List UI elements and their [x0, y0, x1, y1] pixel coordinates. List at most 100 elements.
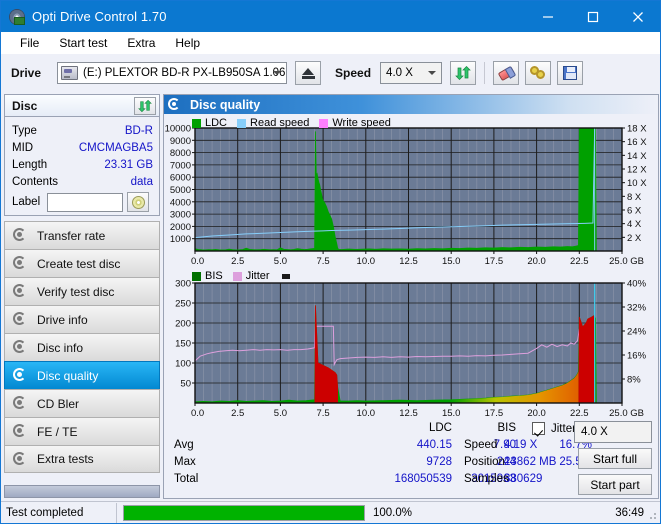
- legend-label: Jitter: [245, 270, 270, 282]
- legend-swatch: [237, 118, 247, 128]
- tools-button[interactable]: [525, 61, 552, 85]
- legend-swatch: [319, 118, 329, 128]
- erase-button[interactable]: [493, 61, 520, 85]
- gears-icon: [530, 66, 546, 80]
- svg-text:200: 200: [175, 319, 191, 330]
- sidebar-item-transfer-rate[interactable]: Transfer rate: [4, 221, 160, 249]
- disc-row-value: CMCMAGBA5: [78, 141, 153, 154]
- svg-text:0.0: 0.0: [191, 256, 204, 267]
- eject-icon: [302, 67, 315, 75]
- legend-swatch: [192, 271, 201, 281]
- sidebar-item-label: Extra tests: [37, 452, 94, 466]
- eject-button[interactable]: [295, 61, 322, 85]
- speed-stat-label: Speed: [464, 439, 498, 451]
- refresh-icon: [455, 66, 471, 80]
- svg-text:14 X: 14 X: [627, 151, 647, 162]
- drive-select[interactable]: (E:) PLEXTOR BD-R PX-LB950SA 1.06: [57, 62, 288, 84]
- sidebar-item-fe-te[interactable]: FE / TE: [4, 417, 160, 445]
- refresh-button[interactable]: [450, 61, 477, 85]
- speed-stat-value: 4.19 X: [504, 439, 538, 451]
- svg-text:4000: 4000: [170, 197, 191, 208]
- menu-start-test[interactable]: Start test: [49, 34, 117, 52]
- cd-icon: [131, 195, 145, 209]
- page-title: Disc quality: [190, 97, 261, 112]
- svg-text:22.5: 22.5: [570, 256, 589, 267]
- sidebar-item-create-test-disc[interactable]: Create test disc: [4, 249, 160, 277]
- sidebar-item-label: Disc quality: [37, 368, 99, 383]
- resize-grip[interactable]: [646, 509, 658, 521]
- progress-bar-fill: [124, 505, 364, 520]
- sidebar-item-drive-info[interactable]: Drive info: [4, 305, 160, 333]
- menu-help[interactable]: Help: [165, 34, 210, 52]
- svg-text:15.0: 15.0: [442, 408, 461, 419]
- sidebar-item-label: CD Bler: [37, 396, 80, 411]
- svg-text:16 X: 16 X: [627, 137, 647, 148]
- stats-panel: LDC BIS Avg Max Total 440.15 9728 168050…: [164, 420, 658, 498]
- save-button[interactable]: [557, 61, 584, 85]
- sidebar-item-extra-tests[interactable]: Extra tests: [4, 445, 160, 473]
- disc-icon: [12, 396, 28, 411]
- disc-icon: [12, 312, 28, 327]
- status-separator: [116, 502, 117, 523]
- svg-text:7.5: 7.5: [316, 408, 329, 419]
- status-strip: [4, 485, 160, 498]
- minimize-button[interactable]: [525, 1, 570, 32]
- drive-icon: [61, 66, 79, 80]
- svg-text:40%: 40%: [627, 279, 647, 290]
- disc-info-title: Disc: [12, 98, 38, 113]
- disc-row-length: Length 23.31 GB: [12, 156, 153, 173]
- disc-row-value: BD-R: [124, 124, 153, 137]
- svg-text:100: 100: [175, 359, 191, 370]
- window-title: Opti Drive Control 1.70: [32, 9, 167, 24]
- sidebar-item-verify-test-disc[interactable]: Verify test disc: [4, 277, 160, 305]
- sidebar-item-disc-info[interactable]: Disc info: [4, 333, 160, 361]
- chart-ldc-wrap: LDC Read speed Write speed 1000 2000 3000 4…: [164, 114, 658, 269]
- disc-refresh-button[interactable]: [134, 96, 156, 115]
- window-controls: [525, 1, 660, 32]
- svg-text:150: 150: [175, 339, 191, 350]
- menu-file[interactable]: File: [10, 34, 49, 52]
- toolbar-separator: [484, 62, 486, 84]
- jitter-checkbox[interactable]: [532, 422, 545, 435]
- left-panel: Disc Type BD-R MID CMCMAGBA5 Length 23.3…: [4, 94, 160, 523]
- content-panel: Disc quality LDC Read speed Write speed …: [163, 94, 659, 499]
- start-full-button[interactable]: Start full: [578, 448, 652, 469]
- chart-bis-legend: BIS Jitter: [192, 270, 290, 282]
- disc-icon: [12, 340, 28, 355]
- maximize-button[interactable]: [570, 1, 615, 32]
- disc-label-input[interactable]: [47, 192, 124, 212]
- menu-extra[interactable]: Extra: [117, 34, 165, 52]
- status-bar: Test completed 100.0% 36:49: [1, 501, 660, 523]
- legend-swatch: [192, 118, 201, 128]
- stats-row-avg: Avg: [174, 439, 194, 451]
- disc-label-row: Label: [12, 192, 153, 212]
- test-speed-select[interactable]: 4.0 X: [574, 421, 652, 443]
- svg-text:300: 300: [175, 279, 191, 290]
- svg-text:10000: 10000: [165, 124, 191, 135]
- drive-label: Drive: [11, 66, 42, 80]
- disc-label-button[interactable]: [127, 192, 150, 212]
- svg-text:5.0: 5.0: [274, 408, 287, 419]
- chart-bis-svg[interactable]: 50 100 150 200 250 300 8% 16% 24% 32% 40% 0.0 2.5 5.0…: [164, 269, 658, 421]
- chart-ldc-svg[interactable]: 100020003000 400050006000 7000800090001000…: [164, 114, 658, 269]
- sidebar-item-disc-quality[interactable]: Disc quality: [4, 361, 160, 389]
- title-bar: Opti Drive Control 1.70: [1, 1, 660, 32]
- jitter-label: Jitter: [551, 423, 576, 435]
- close-button[interactable]: [615, 1, 660, 32]
- start-part-button[interactable]: Start part: [578, 474, 652, 495]
- menu-bar: File Start test Extra Help: [1, 32, 660, 54]
- svg-text:17.5: 17.5: [485, 408, 504, 419]
- chevron-down-icon: [428, 71, 437, 75]
- legend-swatch: [232, 271, 242, 281]
- disc-info-box: Disc Type BD-R MID CMCMAGBA5 Length 23.3…: [4, 94, 160, 216]
- speed-select[interactable]: 4.0 X: [380, 62, 443, 84]
- disc-row-value: 23.31 GB: [104, 158, 153, 171]
- svg-text:10 X: 10 X: [627, 178, 647, 189]
- status-text: Test completed: [6, 506, 84, 519]
- sidebar-item-label: FE / TE: [37, 424, 78, 439]
- sidebar-item-cd-bler[interactable]: CD Bler: [4, 389, 160, 417]
- nav-list: Transfer rate Create test disc Verify te…: [4, 221, 160, 473]
- disc-quality-icon: [168, 98, 182, 111]
- position-stat-label: Position: [464, 456, 505, 468]
- svg-text:0.0: 0.0: [191, 408, 204, 419]
